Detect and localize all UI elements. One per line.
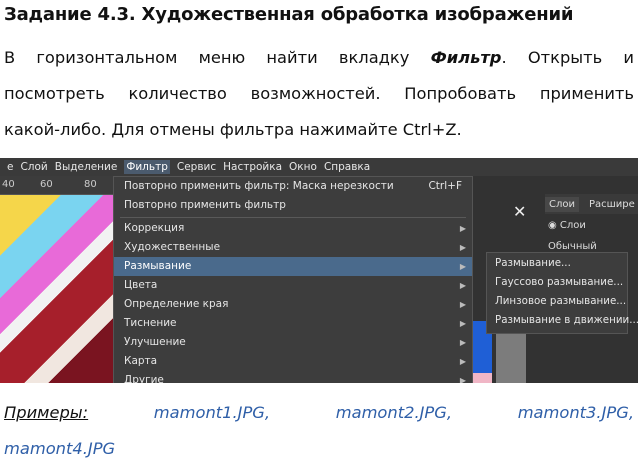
- filter-menu: Повторно применить фильтр: Маска нерезко…: [113, 176, 473, 383]
- example-file-link[interactable]: mamont2.JPG,: [336, 395, 452, 431]
- submenu-arrow-icon: ▶: [459, 281, 466, 290]
- para-line2: посмотреть количество возможностей. Попр…: [4, 84, 634, 103]
- filter-keyword: Фильтр: [430, 48, 502, 67]
- menu-item-blur[interactable]: Размывание ▶: [114, 257, 472, 276]
- menu-item-repeat-with[interactable]: Повторно применить фильтр: Маска нерезко…: [114, 177, 472, 196]
- layers-header: ◉ Слои: [548, 220, 586, 231]
- menu-item-edge-detect[interactable]: Определение края ▶: [114, 295, 472, 314]
- image-canvas[interactable]: [0, 195, 115, 383]
- menubar-item-edit[interactable]: е: [7, 161, 13, 173]
- submenu-arrow-icon: ▶: [459, 319, 466, 328]
- para-line3: какой-либо. Для отмены фильтра нажимайте…: [4, 120, 462, 139]
- menu-item-enhance[interactable]: Улучшение ▶: [114, 333, 472, 352]
- menu-item-label: Повторно применить фильтр: Маска нерезко…: [124, 180, 394, 192]
- blend-mode-select[interactable]: Обычный: [548, 241, 597, 252]
- menu-item-label: Повторно применить фильтр: [124, 199, 286, 211]
- right-panel-tabs: Слои Расшире: [545, 194, 638, 214]
- menu-item-correction[interactable]: Коррекция ▶: [114, 219, 472, 238]
- example-file-link[interactable]: mamont4.JPG: [4, 439, 115, 458]
- submenu-item-blur[interactable]: Размывание...: [495, 257, 571, 269]
- menu-item-label: Цвета: [124, 279, 158, 291]
- menu-separator: [120, 217, 466, 218]
- task-title: Задание 4.3. Художественная обработка из…: [4, 4, 574, 25]
- submenu-arrow-icon: ▶: [459, 243, 466, 252]
- tab-extensions[interactable]: Расшире: [585, 197, 638, 212]
- menu-item-label: Размывание: [124, 260, 192, 272]
- examples-label: Примеры:: [4, 403, 89, 422]
- menu-item-map[interactable]: Карта ▶: [114, 352, 472, 371]
- ruler-tick: 80: [84, 179, 97, 190]
- para-line1-b: . Открыть и: [501, 48, 634, 67]
- menu-item-label: Определение края: [124, 298, 229, 310]
- layers-label: Слои: [559, 220, 586, 231]
- submenu-item-lens-blur[interactable]: Линзовое размывание...: [495, 295, 626, 307]
- menubar-item-help[interactable]: Справка: [324, 161, 370, 173]
- layers-icon: ◉: [548, 220, 557, 231]
- tab-layers[interactable]: Слои: [545, 196, 579, 212]
- menu-item-artistic[interactable]: Художественные ▶: [114, 238, 472, 257]
- submenu-arrow-icon: ▶: [459, 262, 466, 271]
- task-paragraph: В горизонтальном меню найти вкладку Филь…: [4, 40, 634, 148]
- ruler-tick: 60: [40, 179, 53, 190]
- menu-item-repeat[interactable]: Повторно применить фильтр: [114, 196, 472, 215]
- menubar-item-layer[interactable]: Слой: [20, 161, 47, 173]
- menubar-item-settings[interactable]: Настройка: [223, 161, 282, 173]
- menu-item-label: Коррекция: [124, 222, 185, 234]
- submenu-arrow-icon: ▶: [459, 376, 466, 383]
- editor-screenshot: е Слой Выделение Фильтр Сервис Настройка…: [0, 158, 638, 383]
- menu-item-other[interactable]: Другие ▶: [114, 371, 472, 383]
- menu-item-emboss[interactable]: Тиснение ▶: [114, 314, 472, 333]
- submenu-arrow-icon: ▶: [459, 338, 466, 347]
- submenu-arrow-icon: ▶: [459, 357, 466, 366]
- ruler-tick: 40: [2, 179, 15, 190]
- menu-item-colors[interactable]: Цвета ▶: [114, 276, 472, 295]
- menu-item-label: Карта: [124, 355, 158, 367]
- menu-item-label: Другие: [124, 374, 164, 383]
- menubar-item-select[interactable]: Выделение: [55, 161, 118, 173]
- example-file-link[interactable]: mamont1.JPG,: [154, 395, 270, 431]
- submenu-item-gaussian-blur[interactable]: Гауссово размывание...: [495, 276, 623, 288]
- menu-item-label: Художественные: [124, 241, 221, 253]
- color-swatch-pink: [470, 373, 492, 383]
- menubar: е Слой Выделение Фильтр Сервис Настройка…: [0, 158, 638, 176]
- menu-item-shortcut: Ctrl+F: [428, 180, 462, 192]
- horizontal-ruler: 40 60 80: [0, 176, 115, 195]
- menubar-item-tools[interactable]: Сервис: [177, 161, 216, 173]
- examples-block: Примеры: mamont1.JPG, mamont2.JPG, mamon…: [4, 395, 634, 467]
- submenu-arrow-icon: ▶: [459, 300, 466, 309]
- example-file-link[interactable]: mamont3.JPG,: [518, 395, 634, 431]
- submenu-item-motion-blur[interactable]: Размывание в движении...: [495, 314, 638, 326]
- menu-item-label: Тиснение: [124, 317, 177, 329]
- submenu-arrow-icon: ▶: [459, 224, 466, 233]
- menu-item-label: Улучшение: [124, 336, 186, 348]
- menubar-item-filter[interactable]: Фильтр: [124, 160, 170, 174]
- menubar-item-window[interactable]: Окно: [289, 161, 317, 173]
- close-icon[interactable]: ✕: [513, 202, 526, 221]
- para-line1-a: В горизонтальном меню найти вкладку: [4, 48, 431, 67]
- blur-submenu: Размывание... Гауссово размывание... Лин…: [486, 252, 638, 334]
